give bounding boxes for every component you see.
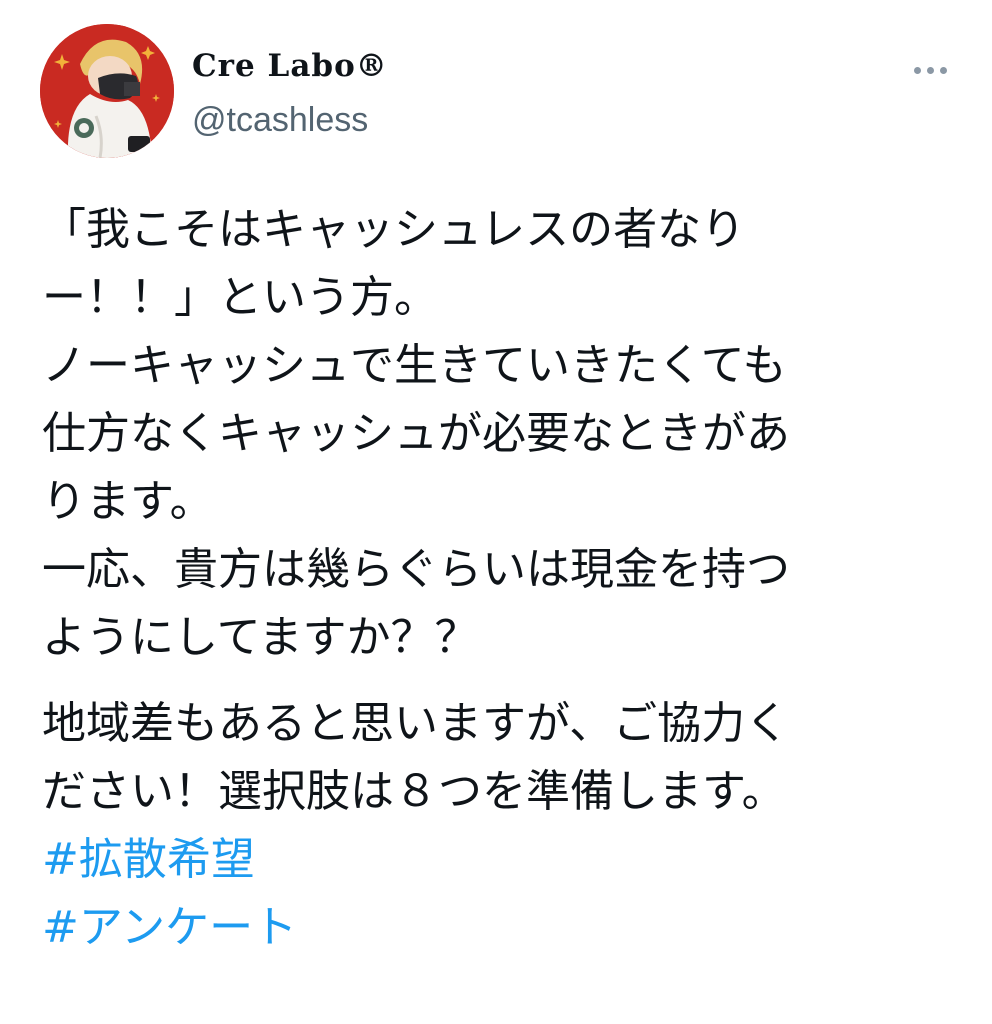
display-name[interactable]: Cre Labo® [192, 46, 388, 86]
tweet-text: 「我こそはキャッシュレスの者なり ー！！」という方。 ノーキャッシュで生きていき… [42, 196, 962, 962]
tweet-text-line: ださい！選択肢は８つを準備します。 [42, 766, 786, 817]
tweet-text-line: ります。 [42, 476, 214, 527]
user-handle[interactable]: @tcashless [192, 100, 388, 140]
tweet-text-line: ー！！」という方。 [42, 272, 438, 323]
tweet-header: Cre Labo® @tcashless [40, 24, 960, 164]
more-horizontal-icon[interactable] [912, 60, 950, 80]
more-dot [927, 67, 934, 74]
tweet-text-line: ようにしてますか？？ [42, 612, 479, 663]
tweet-text-line: 仕方なくキャッシュが必要なときがあ [42, 408, 790, 459]
author-names: Cre Labo® @tcashless [192, 46, 388, 140]
more-dot [940, 67, 947, 74]
tweet-text-line: ノーキャッシュで生きていきたくても [42, 340, 787, 391]
more-dot [914, 67, 921, 74]
avatar-image [40, 24, 174, 158]
tweet-text-line: 地域差もあると思いますが、ご協力く [42, 698, 790, 749]
hashtag-link[interactable]: #拡散希望 [42, 826, 962, 894]
tweet-text-line: 「我こそはキャッシュレスの者なり [42, 204, 746, 255]
avatar[interactable] [40, 24, 174, 158]
hashtag-link[interactable]: #アンケート [42, 894, 962, 962]
tweet: Cre Labo® @tcashless 「我こそはキャッシュレスの者なり ー！… [0, 0, 992, 1024]
tweet-text-line: 一応、貴方は幾らぐらいは現金を持つ [42, 544, 790, 595]
